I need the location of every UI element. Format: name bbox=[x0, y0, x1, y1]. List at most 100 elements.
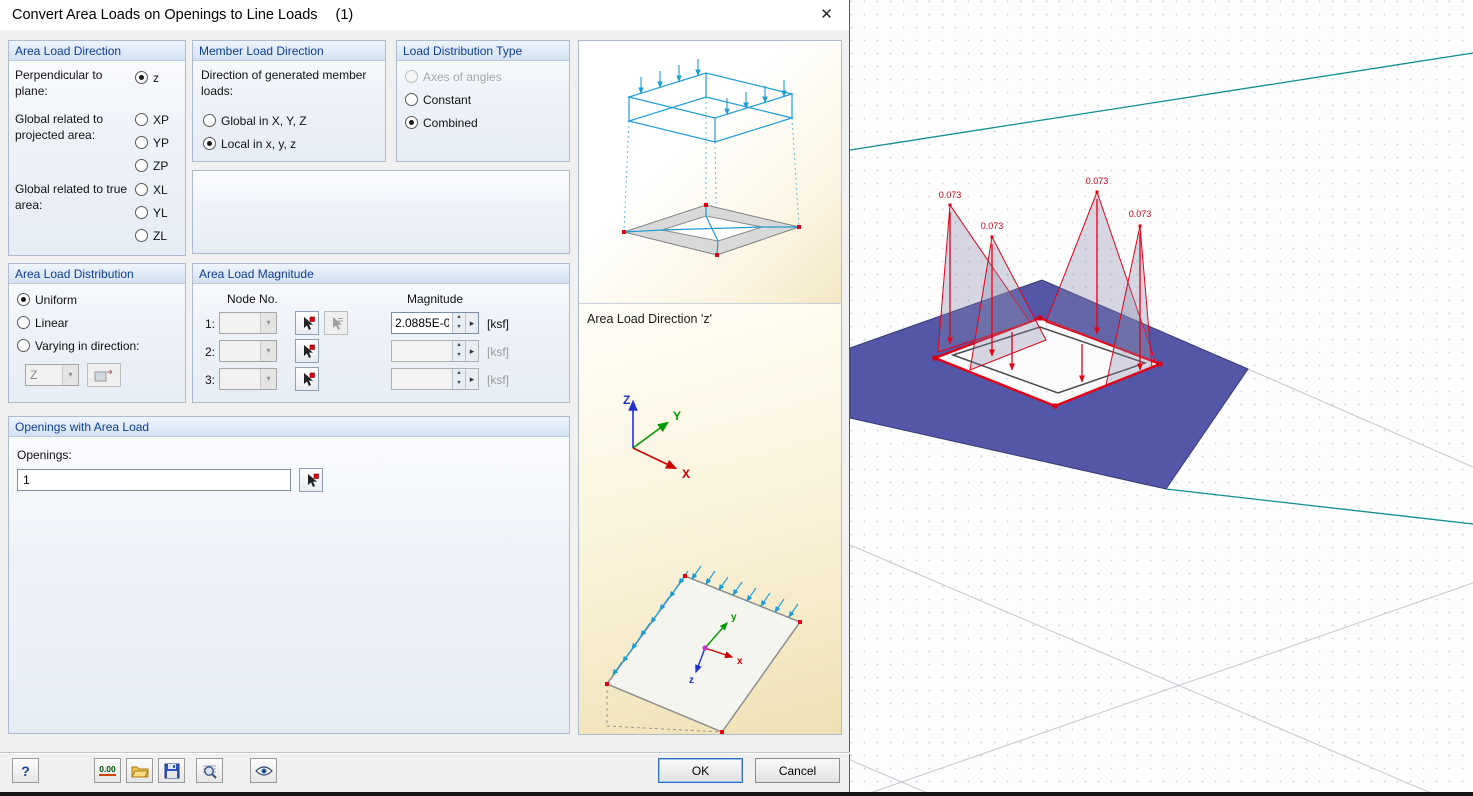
radio-global-xyz-circle bbox=[203, 114, 216, 127]
load-value-label: 0.073 bbox=[981, 221, 1004, 231]
node-select-1: ▾ bbox=[219, 312, 277, 334]
dialog-title: Convert Area Loads on Openings to Line L… bbox=[12, 7, 353, 23]
x-axis-arrow bbox=[633, 448, 675, 468]
close-button[interactable]: ✕ bbox=[804, 0, 849, 30]
radio-yl-circle bbox=[135, 206, 148, 219]
window-bottom-edge bbox=[0, 792, 1473, 796]
spin-up-icon[interactable]: ▲ bbox=[453, 313, 465, 323]
radio-xp-label: XP bbox=[153, 113, 169, 127]
radio-yl[interactable]: YL bbox=[135, 205, 168, 220]
spin-down-icon[interactable]: ▼ bbox=[453, 323, 465, 333]
y-axis-arrow bbox=[633, 423, 667, 448]
magnitude-input-1[interactable]: ▲▼ ▸ bbox=[391, 312, 479, 334]
projected-label: Global related to projected area: bbox=[15, 111, 131, 143]
radio-yp-circle bbox=[135, 136, 148, 149]
open-button[interactable] bbox=[126, 758, 153, 783]
magnitude-value-1[interactable] bbox=[392, 313, 452, 333]
radio-global-xyz[interactable]: Global in X, Y, Z bbox=[203, 113, 307, 128]
group-openings: Openings with Area Load Openings: bbox=[8, 416, 570, 734]
node-pick-button-3[interactable] bbox=[295, 367, 319, 391]
group-area-load-magnitude-title: Area Load Magnitude bbox=[193, 264, 569, 284]
dialog-title-count: (1) bbox=[336, 7, 354, 23]
cancel-button[interactable]: Cancel bbox=[755, 758, 840, 783]
model-scene: 0.073 0.073 0.073 0.073 bbox=[850, 0, 1473, 796]
radio-combined[interactable]: Combined bbox=[405, 115, 478, 130]
spin-down-icon: ▼ bbox=[453, 351, 465, 361]
select-node-icon bbox=[300, 344, 315, 359]
units-icon: 0.00 bbox=[99, 765, 116, 776]
radio-zp[interactable]: ZP bbox=[135, 158, 168, 173]
load-value-label: 0.073 bbox=[1129, 209, 1152, 219]
radio-axes-of-angles: Axes of angles bbox=[405, 69, 502, 84]
radio-axes-of-angles-circle bbox=[405, 70, 418, 83]
radio-yp-label: YP bbox=[153, 136, 169, 150]
magnitude-input-3: ▲▼ ▸ bbox=[391, 368, 479, 390]
node-pick-button-2[interactable] bbox=[295, 339, 319, 363]
openings-pick-button[interactable] bbox=[299, 468, 323, 492]
z-axis-label: Z bbox=[623, 393, 630, 407]
chevron-down-icon: ▾ bbox=[260, 313, 276, 333]
varying-direction-button bbox=[87, 363, 121, 387]
radio-axes-of-angles-label: Axes of angles bbox=[423, 70, 502, 84]
units-button[interactable]: 0.00 bbox=[94, 758, 121, 783]
row-index-3: 3: bbox=[205, 372, 215, 388]
dialog-titlebar: Convert Area Loads on Openings to Line L… bbox=[0, 0, 849, 30]
direction-section: Area Load Direction 'z' Z Y X bbox=[579, 303, 841, 734]
radio-xp[interactable]: XP bbox=[135, 112, 169, 127]
x-axis-label: X bbox=[682, 467, 690, 481]
node-pick-button-1[interactable] bbox=[295, 311, 319, 335]
save-button[interactable] bbox=[158, 758, 185, 783]
preview-panel: Area Load Direction 'z' Z Y X bbox=[578, 40, 842, 735]
radio-xl-circle bbox=[135, 183, 148, 196]
view-button[interactable] bbox=[250, 758, 277, 783]
radio-yp[interactable]: YP bbox=[135, 135, 169, 150]
app-window: Convert Area Loads on Openings to Line L… bbox=[0, 0, 1473, 796]
ok-button[interactable]: OK bbox=[658, 758, 743, 783]
row-index-1: 1: bbox=[205, 316, 215, 332]
magnitude-value-2 bbox=[392, 341, 452, 361]
group-area-load-distribution: Area Load Distribution Uniform Linear Va… bbox=[8, 263, 186, 403]
magnitude-column-header: Magnitude bbox=[407, 291, 463, 307]
radio-uniform[interactable]: Uniform bbox=[17, 292, 77, 307]
radio-zp-circle bbox=[135, 159, 148, 172]
radio-linear[interactable]: Linear bbox=[17, 315, 68, 330]
radio-zl-circle bbox=[135, 229, 148, 242]
load-value-label: 0.073 bbox=[939, 190, 962, 200]
magnitude-detail-3: ▸ bbox=[465, 369, 478, 389]
radio-combined-label: Combined bbox=[423, 116, 478, 130]
radio-constant[interactable]: Constant bbox=[405, 92, 471, 107]
unit-label-3: [ksf] bbox=[487, 372, 509, 388]
node-select-2-value bbox=[220, 341, 260, 361]
radio-z-label: z bbox=[153, 71, 159, 85]
axes-triad: Z Y X bbox=[603, 386, 713, 486]
member-load-caption: Direction of generated member loads: bbox=[201, 67, 379, 99]
help-button[interactable]: ? bbox=[12, 758, 39, 783]
slab-with-opening bbox=[622, 203, 801, 257]
radio-yl-label: YL bbox=[153, 206, 168, 220]
node-select-1-value bbox=[220, 313, 260, 333]
radio-xl[interactable]: XL bbox=[135, 182, 168, 197]
y-local-label: y bbox=[731, 612, 737, 623]
true-area-label: Global related to true area: bbox=[15, 181, 131, 213]
magnitude-input-2: ▲▼ ▸ bbox=[391, 340, 479, 362]
find-button[interactable] bbox=[196, 758, 223, 783]
origin-node bbox=[702, 645, 707, 650]
radio-z[interactable]: z bbox=[135, 70, 159, 85]
radio-zl[interactable]: ZL bbox=[135, 228, 167, 243]
group-member-load-direction-title: Member Load Direction bbox=[193, 41, 385, 61]
viewport-3d[interactable]: 0.073 0.073 0.073 0.073 bbox=[850, 0, 1473, 796]
radio-varying[interactable]: Varying in direction: bbox=[17, 338, 140, 353]
member-load-options-panel bbox=[192, 170, 570, 254]
chevron-down-icon: ▾ bbox=[260, 341, 276, 361]
inclined-slab bbox=[607, 576, 800, 732]
floppy-disk-icon bbox=[164, 763, 180, 779]
magnitude-detail-1[interactable]: ▸ bbox=[465, 313, 478, 333]
group-member-load-direction: Member Load Direction Direction of gener… bbox=[192, 40, 386, 162]
openings-input[interactable] bbox=[17, 469, 291, 491]
spin-up-icon: ▲ bbox=[453, 369, 465, 379]
folder-open-icon bbox=[131, 764, 149, 778]
magnitude-spinner-3: ▲▼ bbox=[452, 369, 465, 389]
magnitude-value-3 bbox=[392, 369, 452, 389]
radio-local-xyz[interactable]: Local in x, y, z bbox=[203, 136, 296, 151]
magnitude-spinner-1[interactable]: ▲▼ bbox=[452, 313, 465, 333]
